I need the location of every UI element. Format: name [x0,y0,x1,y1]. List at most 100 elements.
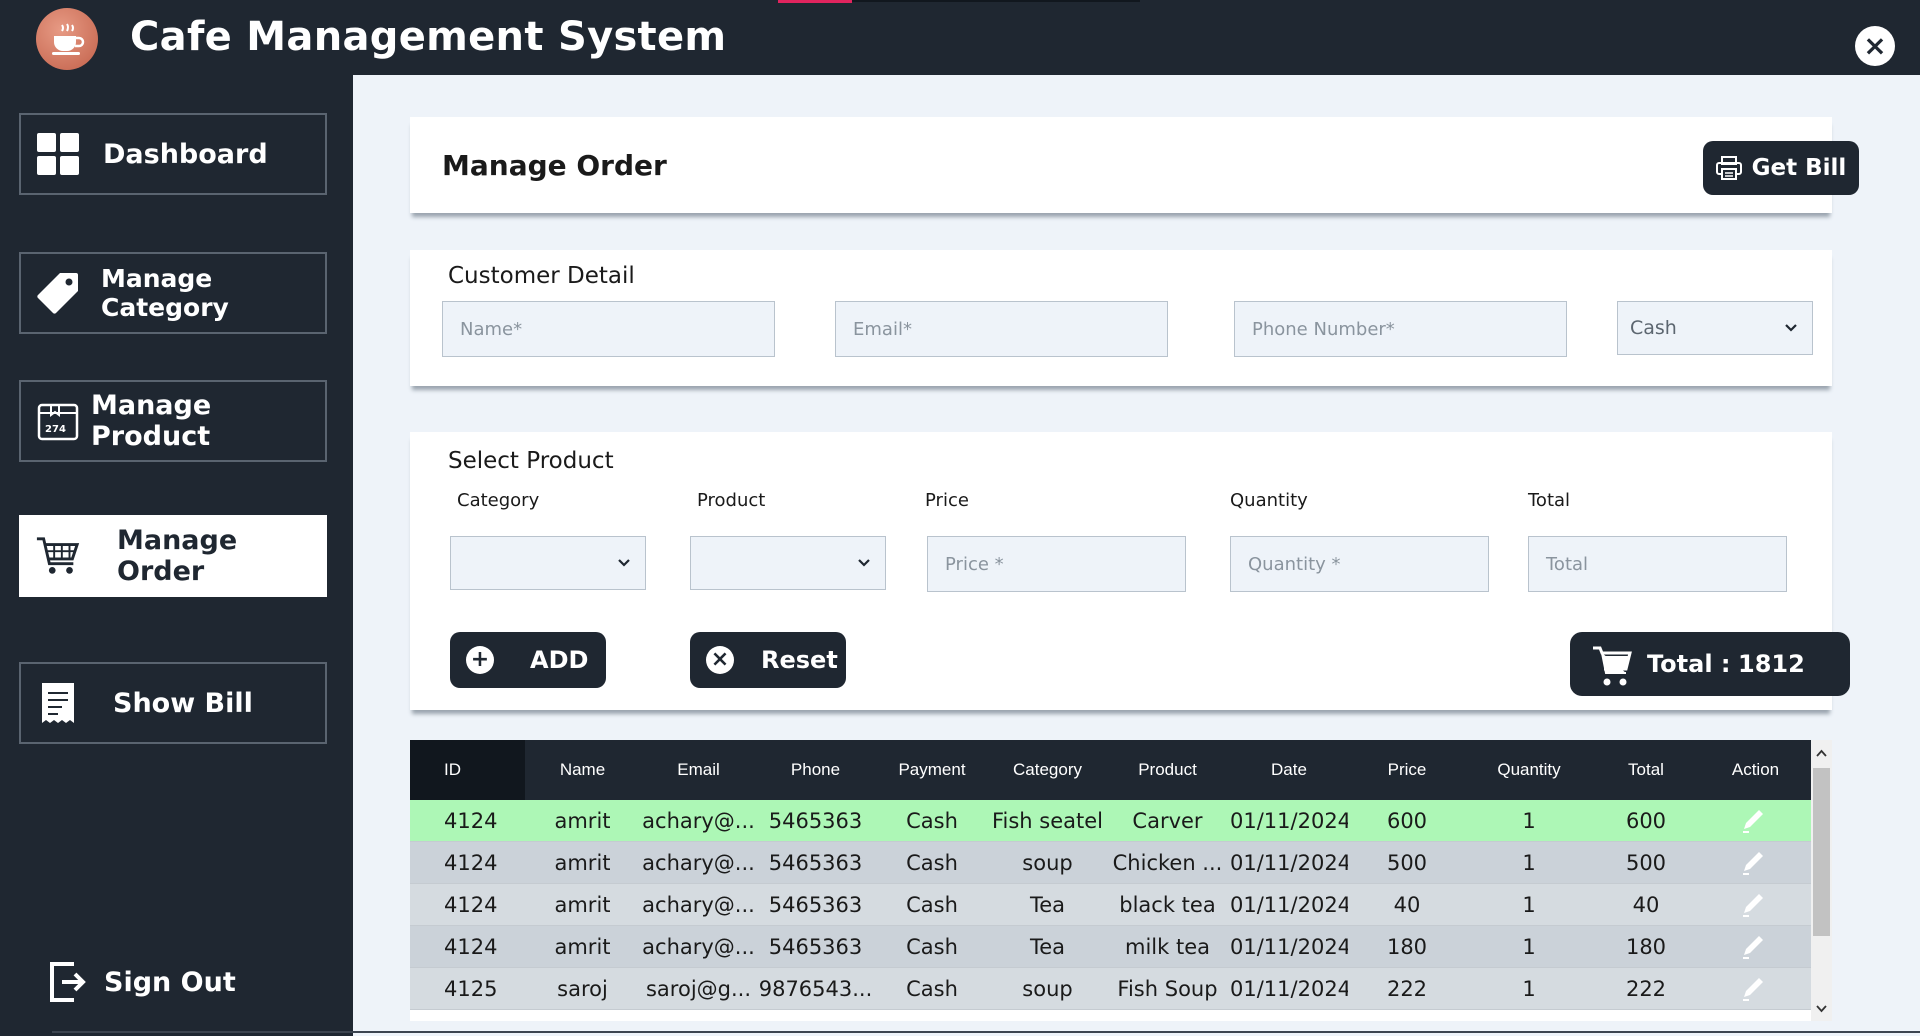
grand-total-box: Total : 1812 [1570,632,1850,696]
scrollbar-thumb[interactable] [1813,768,1830,936]
edit-pencil-icon[interactable] [1740,976,1768,1002]
table-cell: 4124 [444,935,498,959]
column-header[interactable]: Payment [874,740,990,800]
column-header[interactable]: Phone [757,740,874,800]
table-cell: 5465363 [768,935,863,959]
reset-button[interactable]: × Reset [690,632,846,688]
product-select[interactable] [690,536,886,590]
table-cell: amrit [554,809,611,833]
table-row[interactable]: 4124 amrit achary@... 5465363 Cash soup Chicke… [410,842,1811,884]
select-product-card: Select Product Category Product Price Qu… [410,432,1850,710]
sidebar-item-manage-order[interactable]: Manage Order [19,515,327,597]
tag-icon [35,270,81,316]
table-cell: Cash [906,977,958,1001]
column-header[interactable]: Quantity [1466,740,1592,800]
column-header[interactable]: Total [1592,740,1700,800]
close-button[interactable]: × [1855,26,1895,66]
sign-out-icon [50,962,86,1002]
table-cell: Cash [906,809,958,833]
table-cell: 5465363 [768,893,863,917]
table-cell: Cash [906,935,958,959]
table-cell: 180 [1625,935,1667,959]
cart-icon [35,533,81,579]
table-cell: saroj@g... [645,977,752,1001]
table-cell: 5465363 [768,851,863,875]
table-cell: 600 [1386,809,1428,833]
edit-pencil-icon[interactable] [1740,850,1768,876]
price-field[interactable]: Price * [927,536,1186,592]
svg-text:27: 27 [45,424,59,435]
customer-name-field[interactable]: Name* [442,301,775,357]
table-row[interactable]: 4124 amrit achary@... 5465363 Cash Tea milk te… [410,926,1811,968]
sidebar-item-show-bill[interactable]: Show Bill [19,662,327,744]
column-header[interactable]: Name [525,740,640,800]
sidebar-item-label: Dashboard [103,138,268,170]
grand-total-value: 1812 [1738,650,1805,678]
column-header[interactable]: Email [640,740,757,800]
scroll-up-icon[interactable] [1815,747,1828,760]
table-cell: 01/11/2024 [1230,935,1348,959]
column-header[interactable]: ID [410,740,525,800]
table-cell: 4125 [444,977,498,1001]
order-header-card: Manage Order Get Bill [410,117,1859,213]
table-cell: 01/11/2024 [1230,809,1348,833]
column-header[interactable]: Price [1348,740,1466,800]
title-bar: Cafe Management System × [0,0,1920,75]
table-row[interactable]: 4125 saroj saroj@g... 9876543... Cash soup Fis… [410,968,1811,1010]
edit-pencil-icon[interactable] [1740,892,1768,918]
grand-total-label: Total : [1647,650,1731,678]
table-cell: 222 [1386,977,1428,1001]
payment-method-select[interactable]: Cash [1617,301,1813,355]
quantity-label: Quantity [1230,490,1308,511]
category-select[interactable] [450,536,646,590]
scroll-down-icon[interactable] [1815,1002,1828,1015]
edit-pencil-icon[interactable] [1740,934,1768,960]
table-cell: 500 [1386,851,1428,875]
table-cell: Chicken ... [1112,851,1223,875]
customer-phone-field[interactable]: Phone Number* [1234,301,1567,357]
table-cell: 40 [1632,893,1660,917]
edit-pencil-icon[interactable] [1740,808,1768,834]
table-cell: amrit [554,851,611,875]
table-cell: amrit [554,935,611,959]
printer-icon [1715,156,1742,180]
quantity-field[interactable]: Quantity * [1230,536,1489,592]
app-window: Cafe Management System × Dashboard Manag… [0,0,1920,1036]
table-row[interactable]: 4124 amrit achary@... 5465363 Cash Fish seate… [410,800,1811,842]
add-button[interactable]: + ADD [450,632,606,688]
table-cell: 9876543... [758,977,873,1001]
select-product-title: Select Product [448,448,614,474]
sign-out-label: Sign Out [104,966,236,998]
product-box-icon: 27 4 [35,398,81,444]
column-header[interactable]: Product [1105,740,1230,800]
reset-label: Reset [761,646,838,674]
table-row[interactable]: 4124 amrit achary@... 5465363 Cash Tea black t… [410,884,1811,926]
coffee-cup-icon [36,8,98,70]
bill-icon [35,680,81,726]
table-cell: Fish seatel [991,809,1104,833]
table-cell: milk tea [1125,935,1210,959]
total-field[interactable]: Total [1528,536,1787,592]
sidebar-item-label: Show Bill [113,687,253,719]
table-cell: 1 [1522,935,1536,959]
table-cell: 4124 [444,851,498,875]
sidebar-item-manage-category[interactable]: Manage Category [19,252,327,334]
table-cell: 600 [1625,809,1667,833]
page-title: Manage Order [442,149,667,182]
column-header[interactable]: Category [990,740,1105,800]
table-cell: 1 [1522,809,1536,833]
sign-out-button[interactable]: Sign Out [48,960,236,1004]
close-icon: × [1863,29,1887,62]
column-header[interactable]: Action [1700,740,1811,800]
table-cell: Carver [1132,809,1203,833]
customer-detail-title: Customer Detail [448,263,635,289]
sidebar-item-manage-product[interactable]: 27 4 Manage Product [19,380,327,462]
get-bill-button[interactable]: Get Bill [1703,141,1859,195]
table-cell: 180 [1386,935,1428,959]
table-cell: 5465363 [768,809,863,833]
sidebar-item-dashboard[interactable]: Dashboard [19,113,327,195]
column-header[interactable]: Date [1230,740,1348,800]
vertical-scrollbar[interactable] [1811,740,1832,1021]
customer-email-field[interactable]: Email* [835,301,1168,357]
sidebar-item-label: Manage Order [117,525,238,587]
